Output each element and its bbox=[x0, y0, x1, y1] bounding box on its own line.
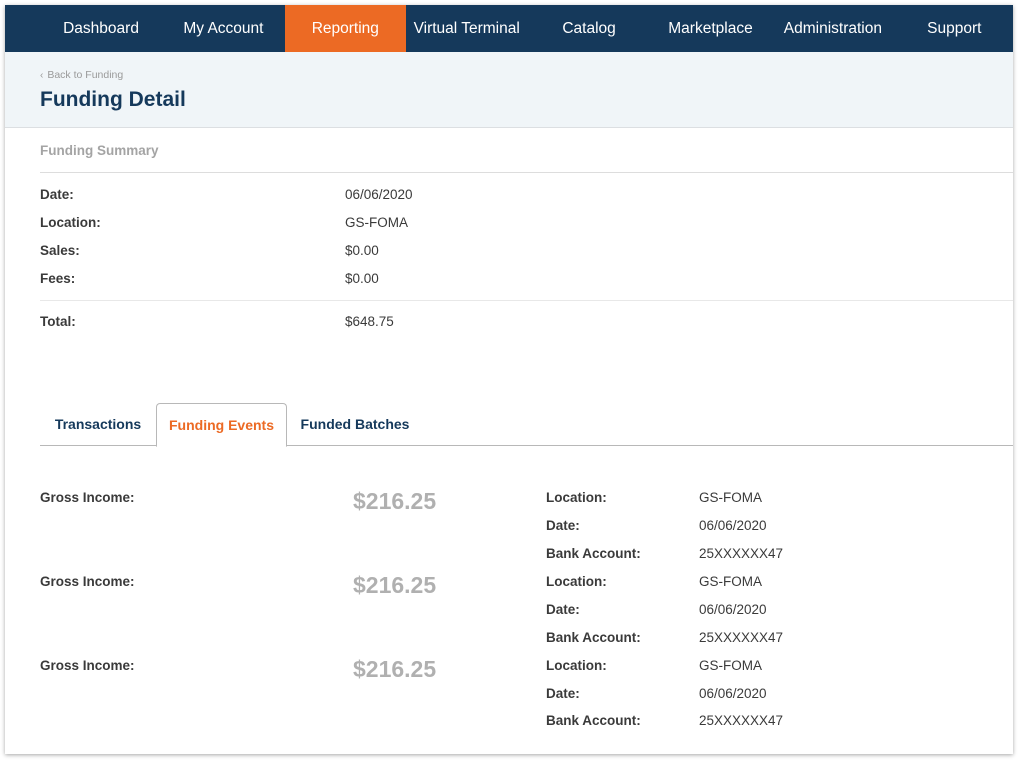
chevron-left-icon: ‹ bbox=[40, 70, 44, 81]
gross-income-amount: $216.25 bbox=[353, 488, 437, 514]
event-bank-account-label: Bank Account: bbox=[546, 546, 641, 561]
event-date-value: 06/06/2020 bbox=[699, 602, 767, 617]
event-date-label: Date: bbox=[546, 602, 580, 617]
summary-divider-top bbox=[40, 172, 1013, 173]
page-header: ‹ Back to Funding Funding Detail bbox=[5, 52, 1013, 128]
summary-sales-value: $0.00 bbox=[345, 243, 379, 258]
event-location-value: GS-FOMA bbox=[699, 658, 762, 673]
gross-income-label: Gross Income: bbox=[40, 658, 135, 673]
page-title: Funding Detail bbox=[40, 88, 186, 111]
event-bank-account-label: Bank Account: bbox=[546, 713, 641, 728]
summary-sales-label: Sales: bbox=[40, 243, 80, 258]
nav-item-reporting[interactable]: Reporting bbox=[284, 5, 406, 52]
event-location-label: Location: bbox=[546, 658, 607, 673]
top-navigation: Dashboard My Account Reporting Virtual T… bbox=[5, 5, 1013, 52]
summary-total-label: Total: bbox=[40, 314, 76, 329]
event-location-value: GS-FOMA bbox=[699, 574, 762, 589]
gross-income-amount: $216.25 bbox=[353, 572, 437, 598]
nav-item-my-account[interactable]: My Account bbox=[162, 5, 284, 52]
summary-fees-label: Fees: bbox=[40, 271, 76, 286]
summary-date-label: Date: bbox=[40, 187, 74, 202]
summary-divider-total bbox=[40, 300, 1013, 301]
event-date-value: 06/06/2020 bbox=[699, 686, 767, 701]
tab-funded-batches[interactable]: Funded Batches bbox=[287, 403, 423, 445]
back-to-funding-link[interactable]: ‹ Back to Funding bbox=[40, 69, 123, 81]
nav-item-support[interactable]: Support bbox=[896, 5, 1013, 52]
event-location-value: GS-FOMA bbox=[699, 490, 762, 505]
gross-income-label: Gross Income: bbox=[40, 574, 135, 589]
gross-income-amount: $216.25 bbox=[353, 656, 437, 682]
summary-date-value: 06/06/2020 bbox=[345, 187, 413, 202]
nav-item-virtual-terminal[interactable]: Virtual Terminal bbox=[406, 5, 527, 52]
summary-total-value: $648.75 bbox=[345, 314, 394, 329]
event-bank-account-value: 25XXXXXX47 bbox=[699, 713, 784, 728]
event-date-label: Date: bbox=[546, 686, 580, 701]
summary-fees-value: $0.00 bbox=[345, 271, 379, 286]
event-location-label: Location: bbox=[546, 574, 607, 589]
tab-funding-events[interactable]: Funding Events bbox=[156, 403, 287, 447]
event-date-value: 06/06/2020 bbox=[699, 518, 767, 533]
event-bank-account-value: 25XXXXXX47 bbox=[699, 630, 784, 645]
funding-summary-heading: Funding Summary bbox=[40, 143, 159, 158]
event-bank-account-label: Bank Account: bbox=[546, 630, 641, 645]
nav-item-catalog[interactable]: Catalog bbox=[527, 5, 650, 52]
summary-location-value: GS-FOMA bbox=[345, 215, 408, 230]
nav-item-dashboard[interactable]: Dashboard bbox=[40, 5, 162, 52]
nav-item-marketplace[interactable]: Marketplace bbox=[651, 5, 770, 52]
event-date-label: Date: bbox=[546, 518, 580, 533]
summary-location-label: Location: bbox=[40, 215, 101, 230]
event-bank-account-value: 25XXXXXX47 bbox=[699, 546, 784, 561]
app-window: Dashboard My Account Reporting Virtual T… bbox=[5, 5, 1013, 754]
tab-transactions[interactable]: Transactions bbox=[40, 403, 156, 445]
nav-item-administration[interactable]: Administration bbox=[770, 5, 895, 52]
event-location-label: Location: bbox=[546, 490, 607, 505]
gross-income-label: Gross Income: bbox=[40, 490, 135, 505]
back-link-label: Back to Funding bbox=[47, 69, 124, 81]
